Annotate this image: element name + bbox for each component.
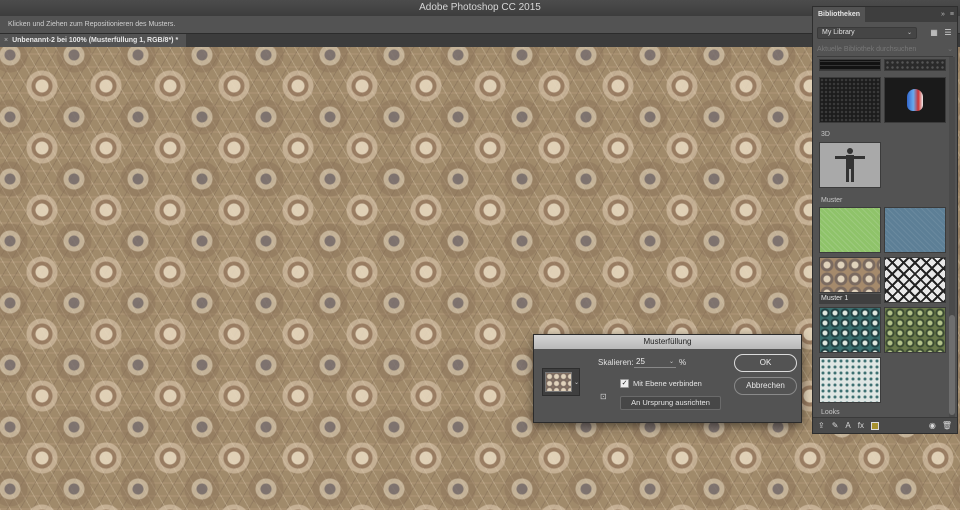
collapse-panel-icon[interactable]: » — [941, 11, 945, 18]
scale-input[interactable]: 25 ⌄ — [634, 356, 676, 368]
text-style-icon[interactable]: A — [845, 421, 850, 430]
close-tab-icon[interactable]: × — [4, 34, 8, 47]
panel-header: Bibliotheken » ≡ — [813, 7, 957, 22]
trash-icon[interactable]: 🗑 — [942, 421, 952, 430]
chevron-down-icon: ⌄ — [906, 30, 912, 36]
list-view-icon[interactable]: ☰ — [943, 28, 953, 38]
link-with-layer-checkbox[interactable]: ✓ — [620, 379, 629, 388]
eye-icon[interactable]: ◉ — [929, 421, 936, 430]
pattern-item[interactable] — [819, 207, 881, 253]
chevron-down-icon[interactable]: ⌄ — [669, 356, 674, 368]
search-placeholder: Aktuelle Bibliothek durchsuchen — [817, 46, 917, 53]
panel-menu-icon[interactable]: ≡ — [950, 11, 954, 18]
library-item[interactable] — [819, 77, 881, 123]
section-muster-label: Muster — [821, 197, 843, 204]
library-select-value: My Library — [822, 29, 855, 36]
scale-label: Skalieren: — [598, 358, 634, 367]
fx-icon[interactable]: fx — [858, 421, 864, 430]
snap-to-origin-button[interactable]: An Ursprung ausrichten — [620, 396, 721, 410]
upload-icon[interactable]: ⇪ — [818, 421, 825, 430]
face-graphic — [907, 89, 923, 111]
library-items: 3D Muster Muster 1 Looks — [813, 57, 949, 419]
pattern-item[interactable] — [884, 257, 946, 303]
footer-right-icons: ◉ 🗑 — [929, 421, 952, 430]
pattern-preview — [545, 372, 572, 392]
scrollbar-thumb[interactable] — [949, 315, 955, 415]
libraries-tab[interactable]: Bibliotheken — [813, 7, 866, 22]
libraries-panel: Bibliotheken » ≡ My Library ⌄ ▦ ☰ Aktuel… — [812, 6, 958, 434]
link-with-layer-label: Mit Ebene verbinden — [633, 379, 702, 388]
pattern-item-muster-1[interactable] — [819, 257, 881, 293]
snap-origin-icon: ⊡ — [600, 392, 607, 401]
panel-header-icons: » ≡ — [941, 11, 954, 18]
document-tab[interactable]: × Unbenannt-2 bei 100% (Musterfüllung 1,… — [0, 34, 187, 47]
pattern-item[interactable] — [884, 207, 946, 253]
pattern-item[interactable] — [884, 307, 946, 353]
chevron-down-icon: ⌄ — [573, 379, 579, 386]
section-3d-label: 3D — [821, 131, 830, 138]
library-item[interactable] — [884, 77, 946, 123]
link-with-layer-row: ✓ Mit Ebene verbinden — [620, 379, 702, 388]
ok-button[interactable]: OK — [734, 354, 797, 372]
library-item-3d-figure[interactable] — [819, 142, 881, 188]
cancel-button[interactable]: Abbrechen — [734, 377, 797, 395]
scale-value: 25 — [636, 357, 645, 366]
pattern-item[interactable] — [819, 357, 881, 403]
library-item[interactable] — [884, 59, 946, 71]
grid-view-icon[interactable]: ▦ — [929, 28, 939, 38]
photoshop-window: Adobe Photoshop CC 2015 Klicken und Zieh… — [0, 0, 960, 510]
library-search[interactable]: Aktuelle Bibliothek durchsuchen ⌄ — [817, 43, 953, 57]
color-swatch-icon[interactable] — [870, 421, 879, 430]
document-tab-title: Unbenannt-2 bei 100% (Musterfüllung 1, R… — [12, 37, 179, 44]
brush-icon[interactable]: ✎ — [832, 421, 839, 430]
pattern-fill-dialog: Musterfüllung ⌄ Skalieren: 25 ⌄ % ✓ Mit … — [533, 334, 802, 423]
search-chevron-icon[interactable]: ⌄ — [947, 43, 953, 56]
dialog-title: Musterfüllung — [534, 335, 801, 349]
library-item[interactable] — [819, 59, 881, 71]
scale-unit: % — [679, 358, 687, 367]
document-tab-bar: × Unbenannt-2 bei 100% (Musterfüllung 1,… — [0, 34, 812, 47]
3d-figure-graphic — [835, 148, 865, 182]
library-row: My Library ⌄ ▦ ☰ — [813, 25, 957, 41]
pattern-caption: Muster 1 — [819, 294, 881, 304]
library-select[interactable]: My Library ⌄ — [817, 27, 917, 39]
pattern-item[interactable] — [819, 307, 881, 353]
panel-scrollbar[interactable] — [949, 57, 955, 419]
pattern-picker[interactable]: ⌄ — [542, 368, 580, 396]
panel-footer: ⇪ ✎ A fx ◉ 🗑 — [813, 417, 957, 433]
